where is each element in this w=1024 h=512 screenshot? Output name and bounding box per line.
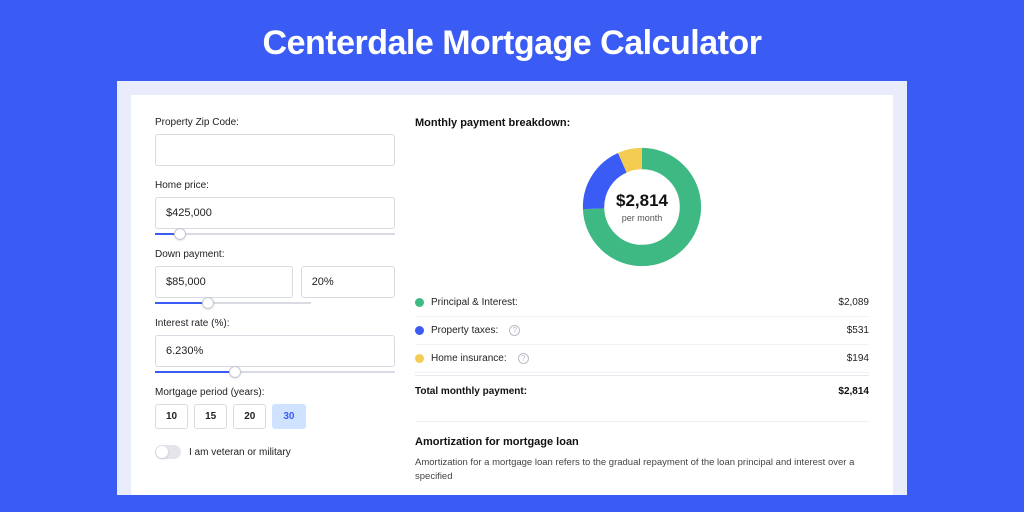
dot-icon (415, 354, 424, 363)
donut-amount: $2,814 (616, 191, 668, 211)
home-price-field-group: Home price: (155, 180, 395, 235)
veteran-toggle[interactable] (155, 445, 181, 459)
legend-row-insurance: Home insurance: ? $194 (415, 345, 869, 373)
legend-value: $194 (847, 353, 869, 364)
donut-sub: per month (622, 213, 663, 223)
calculator-inner-card: Property Zip Code: Home price: Down paym… (131, 95, 893, 495)
dot-icon (415, 298, 424, 307)
slider-thumb[interactable] (229, 366, 241, 378)
interest-slider[interactable] (155, 371, 395, 373)
donut-chart: $2,814 per month (578, 143, 706, 271)
period-button-row: 10 15 20 30 (155, 404, 395, 429)
legend-row-taxes: Property taxes: ? $531 (415, 317, 869, 345)
home-price-input[interactable] (155, 197, 395, 229)
home-price-label: Home price: (155, 180, 395, 191)
info-icon[interactable]: ? (509, 325, 520, 336)
page-title: Centerdale Mortgage Calculator (0, 0, 1024, 81)
down-payment-input[interactable] (155, 266, 293, 298)
zip-field-group: Property Zip Code: (155, 117, 395, 166)
breakdown-title: Monthly payment breakdown: (415, 117, 869, 129)
form-column: Property Zip Code: Home price: Down paym… (155, 117, 395, 495)
down-payment-pct-input[interactable] (301, 266, 395, 298)
legend-row-principal: Principal & Interest: $2,089 (415, 289, 869, 317)
home-price-slider[interactable] (155, 233, 395, 235)
legend-value: $2,089 (838, 297, 869, 308)
zip-label: Property Zip Code: (155, 117, 395, 128)
period-btn-15[interactable]: 15 (194, 404, 227, 429)
slider-thumb[interactable] (174, 228, 186, 240)
interest-input[interactable] (155, 335, 395, 367)
down-payment-slider[interactable] (155, 302, 311, 304)
dot-icon (415, 326, 424, 335)
legend-label: Property taxes: (431, 325, 498, 336)
veteran-toggle-row: I am veteran or military (155, 445, 395, 459)
total-value: $2,814 (838, 386, 869, 397)
period-field-group: Mortgage period (years): 10 15 20 30 (155, 387, 395, 429)
total-label: Total monthly payment: (415, 386, 527, 397)
amortization-title: Amortization for mortgage loan (415, 421, 869, 448)
period-btn-20[interactable]: 20 (233, 404, 266, 429)
total-row: Total monthly payment: $2,814 (415, 375, 869, 411)
down-payment-field-group: Down payment: (155, 249, 395, 304)
slider-thumb[interactable] (202, 297, 214, 309)
amortization-text: Amortization for a mortgage loan refers … (415, 456, 869, 485)
period-btn-30[interactable]: 30 (272, 404, 305, 429)
legend-label: Principal & Interest: (431, 297, 518, 308)
interest-label: Interest rate (%): (155, 318, 395, 329)
calculator-outer-card: Property Zip Code: Home price: Down paym… (117, 81, 907, 495)
period-btn-10[interactable]: 10 (155, 404, 188, 429)
breakdown-column: Monthly payment breakdown: $2,814 per mo… (415, 117, 869, 495)
donut-center: $2,814 per month (578, 143, 706, 271)
period-label: Mortgage period (years): (155, 387, 395, 398)
legend-label: Home insurance: (431, 353, 507, 364)
donut-chart-wrap: $2,814 per month (415, 143, 869, 271)
interest-field-group: Interest rate (%): (155, 318, 395, 373)
veteran-label: I am veteran or military (189, 447, 291, 458)
legend-value: $531 (847, 325, 869, 336)
zip-input[interactable] (155, 134, 395, 166)
info-icon[interactable]: ? (518, 353, 529, 364)
down-payment-label: Down payment: (155, 249, 395, 260)
